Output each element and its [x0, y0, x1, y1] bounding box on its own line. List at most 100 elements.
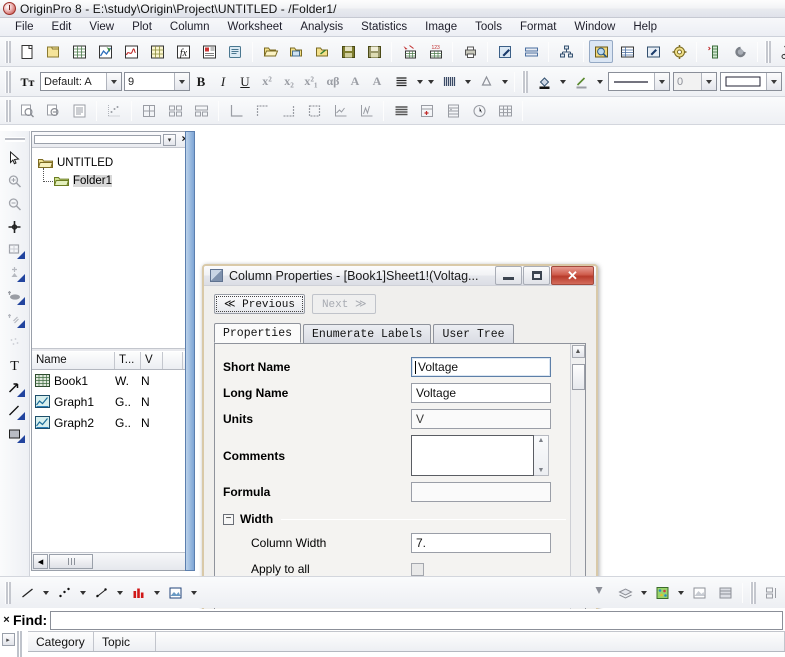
line-plot-icon[interactable] [15, 581, 39, 604]
font-size-combo[interactable]: 9 [124, 72, 190, 91]
stack-axis-icon[interactable] [328, 99, 352, 122]
project-explorer-icon[interactable] [589, 40, 613, 63]
column-plot-chevron-down-icon[interactable] [151, 582, 162, 604]
fill-style-combo[interactable] [720, 72, 782, 91]
align-icon[interactable] [389, 70, 413, 93]
layer-contents-icon[interactable] [389, 99, 413, 122]
arrow-tool-icon[interactable] [3, 376, 27, 399]
menu-edit[interactable]: Edit [43, 19, 81, 35]
table-row[interactable]: Graph2 G.. N [32, 412, 193, 433]
tab-enumerate-labels[interactable]: Enumerate Labels [303, 324, 432, 343]
import-wizard-icon[interactable] [397, 40, 421, 63]
short-name-input[interactable]: Voltage [411, 357, 551, 377]
rectangle-tool-icon[interactable] [3, 422, 27, 445]
menu-file[interactable]: File [6, 19, 43, 35]
data-selector-icon[interactable] [3, 284, 27, 307]
fill-color-icon[interactable] [532, 70, 556, 93]
zoom-out-tool-icon[interactable] [3, 192, 27, 215]
column-header-name[interactable]: Name [32, 352, 115, 369]
fill-color-chevron-down-icon[interactable] [557, 71, 568, 93]
open-excel-icon[interactable] [310, 40, 334, 63]
code-builder-icon[interactable] [667, 40, 691, 63]
layer-tree-icon[interactable] [554, 40, 578, 63]
font-style-combo[interactable]: Default: A [40, 72, 122, 91]
next-button[interactable]: Next ≫ [311, 294, 377, 314]
column-header-topic[interactable]: Topic [94, 632, 156, 651]
bold-button[interactable]: B [190, 71, 212, 93]
clock-icon[interactable] [467, 99, 491, 122]
maximize-button[interactable] [523, 266, 550, 285]
previous-button[interactable]: ≪ Previous [214, 294, 305, 314]
duplicate-icon[interactable] [519, 40, 543, 63]
layer-icon[interactable] [613, 581, 637, 604]
break-axis-icon[interactable] [354, 99, 378, 122]
comments-textarea[interactable] [411, 435, 534, 476]
width-group-collapse-icon[interactable]: − [223, 513, 234, 525]
superscript-subscript-button[interactable]: x²₁ [300, 71, 322, 93]
worksheet-toolbar-grip[interactable] [5, 99, 11, 122]
column-width-input[interactable]: 7. [411, 533, 551, 553]
tree-node-untitled[interactable]: UNTITLED [37, 154, 193, 172]
new-folder-icon[interactable] [41, 40, 65, 63]
line-style-chevron-down-icon[interactable] [654, 73, 669, 90]
open-template-icon[interactable] [284, 40, 308, 63]
bottom-right-axis-icon[interactable] [276, 99, 300, 122]
image-plot-icon[interactable] [163, 581, 187, 604]
add-layer-icon[interactable] [702, 40, 726, 63]
column-header-category[interactable]: Category [28, 632, 94, 651]
matrix-icon[interactable] [713, 581, 737, 604]
command-window-icon[interactable] [641, 40, 665, 63]
menu-worksheet[interactable]: Worksheet [219, 19, 292, 35]
graph-toolbar-grip[interactable] [5, 581, 11, 604]
new-function-icon[interactable]: fx [171, 40, 195, 63]
zoom-out-icon[interactable] [41, 99, 65, 122]
workbook-window-strip[interactable] [185, 131, 195, 571]
table-row[interactable]: Book1 W. N [32, 370, 193, 391]
color-list-icon[interactable] [437, 70, 461, 93]
scrollbar-thumb[interactable] [571, 364, 585, 390]
frame-axis-icon[interactable] [302, 99, 326, 122]
tile-horizontal-icon[interactable] [163, 99, 187, 122]
zoom-in-tool-icon[interactable] [3, 169, 27, 192]
menu-format[interactable]: Format [511, 19, 565, 35]
minimize-button[interactable] [495, 266, 522, 285]
font-style-chevron-down-icon[interactable] [106, 73, 121, 90]
line-symbol-chevron-down-icon[interactable] [114, 582, 125, 604]
scroll-up-icon[interactable]: ▲ [538, 437, 545, 444]
text-tool-icon[interactable]: T [3, 353, 27, 376]
bottom-left-axis-icon[interactable] [224, 99, 248, 122]
full-page-icon[interactable] [67, 99, 91, 122]
new-matrix-icon[interactable] [145, 40, 169, 63]
image-plot-chevron-down-icon[interactable] [188, 582, 199, 604]
contour-chevron-down-icon[interactable] [675, 582, 686, 604]
line-plot-chevron-down-icon[interactable] [40, 582, 51, 604]
new-function-plot-icon[interactable] [119, 40, 143, 63]
data-reader-icon[interactable] [3, 261, 27, 284]
menu-statistics[interactable]: Statistics [352, 19, 416, 35]
arrange-toolbar-grip[interactable] [750, 581, 756, 604]
fill-toolbar-grip[interactable] [522, 70, 528, 93]
apply-to-all-checkbox[interactable] [411, 562, 424, 576]
menu-image[interactable]: Image [416, 19, 466, 35]
column-header-type[interactable]: T... [115, 352, 141, 369]
tools-palette-grip[interactable] [4, 137, 25, 142]
top-left-axis-icon[interactable] [250, 99, 274, 122]
line-width-chevron-down-icon[interactable] [701, 73, 716, 90]
layer-chevron-down-icon[interactable] [638, 582, 649, 604]
increase-font-button[interactable]: A [344, 71, 366, 93]
new-layout-icon[interactable] [197, 40, 221, 63]
new-project-icon[interactable] [15, 40, 39, 63]
scroll-left-icon[interactable]: ◂ [33, 554, 48, 569]
units-input[interactable]: V [411, 409, 551, 429]
image-tool-icon[interactable] [687, 581, 711, 604]
import-ascii-icon[interactable]: 123 [423, 40, 447, 63]
format-toolbar-grip[interactable] [5, 70, 11, 93]
column-plot-icon[interactable] [126, 581, 150, 604]
find-input[interactable] [50, 610, 783, 630]
close-button[interactable]: ✕ [551, 266, 594, 285]
edit-mode-icon[interactable] [493, 40, 517, 63]
save-project-icon[interactable] [336, 40, 360, 63]
menu-view[interactable]: View [80, 19, 123, 35]
project-explorer-titlebar-grip[interactable] [34, 135, 161, 144]
line-width-combo[interactable]: 0 [673, 72, 717, 91]
